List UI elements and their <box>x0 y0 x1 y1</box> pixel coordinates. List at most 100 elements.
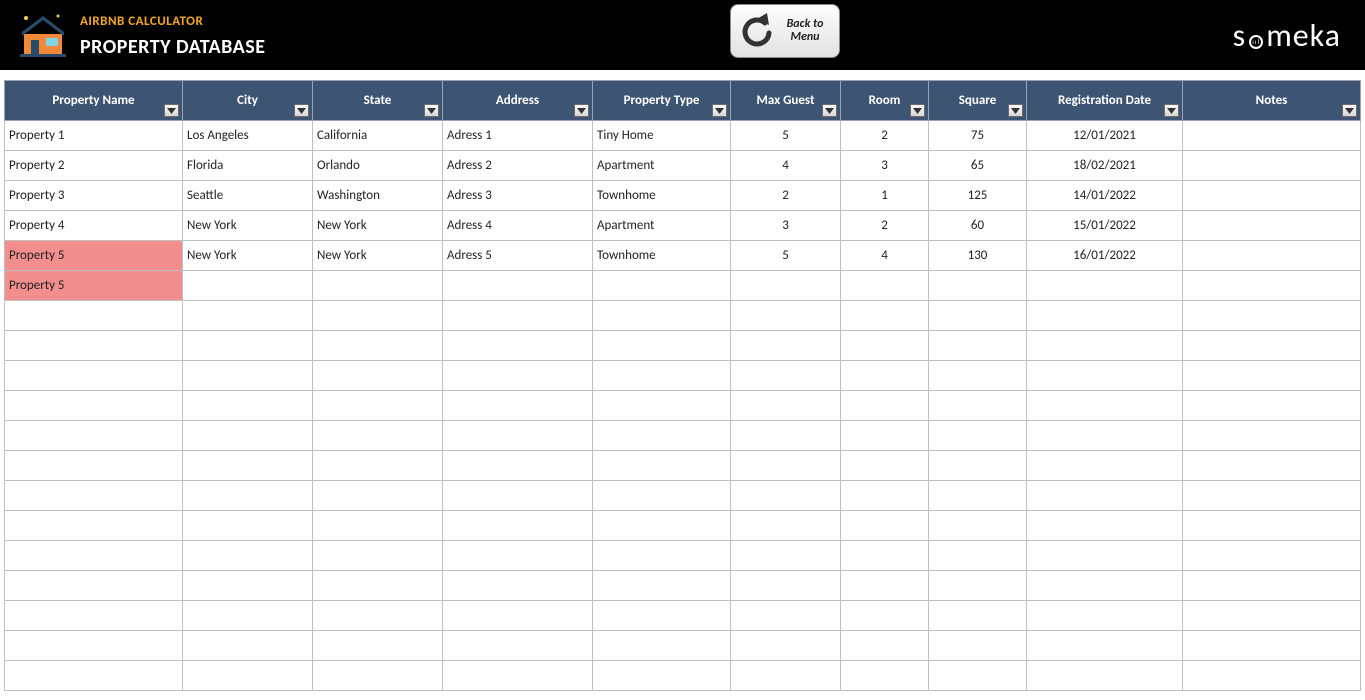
cell-registration_date[interactable]: 15/01/2022 <box>1027 211 1183 241</box>
cell-address[interactable] <box>443 571 593 601</box>
cell-state[interactable]: Orlando <box>313 151 443 181</box>
cell-max_guest[interactable] <box>731 661 841 691</box>
cell-property_type[interactable]: Tiny Home <box>593 121 731 151</box>
cell-address[interactable] <box>443 481 593 511</box>
cell-property_type[interactable] <box>593 301 731 331</box>
cell-city[interactable] <box>183 421 313 451</box>
cell-address[interactable]: Adress 3 <box>443 181 593 211</box>
cell-max_guest[interactable] <box>731 601 841 631</box>
cell-square[interactable] <box>929 331 1027 361</box>
cell-notes[interactable] <box>1183 601 1361 631</box>
cell-square[interactable] <box>929 361 1027 391</box>
cell-max_guest[interactable] <box>731 511 841 541</box>
cell-address[interactable] <box>443 511 593 541</box>
cell-room[interactable] <box>841 481 929 511</box>
cell-registration_date[interactable] <box>1027 271 1183 301</box>
cell-max_guest[interactable]: 3 <box>731 211 841 241</box>
column-header-property_type[interactable]: Property Type <box>593 81 731 121</box>
cell-max_guest[interactable]: 5 <box>731 121 841 151</box>
cell-registration_date[interactable] <box>1027 451 1183 481</box>
cell-address[interactable] <box>443 361 593 391</box>
back-to-menu-button[interactable]: Back to Menu <box>730 4 840 58</box>
cell-property_type[interactable]: Townhome <box>593 181 731 211</box>
cell-registration_date[interactable]: 14/01/2022 <box>1027 181 1183 211</box>
cell-room[interactable] <box>841 571 929 601</box>
cell-property_type[interactable] <box>593 631 731 661</box>
cell-property_name[interactable] <box>5 361 183 391</box>
cell-square[interactable] <box>929 631 1027 661</box>
cell-state[interactable]: New York <box>313 241 443 271</box>
cell-registration_date[interactable] <box>1027 631 1183 661</box>
cell-max_guest[interactable] <box>731 391 841 421</box>
cell-room[interactable] <box>841 541 929 571</box>
column-header-state[interactable]: State <box>313 81 443 121</box>
cell-square[interactable] <box>929 271 1027 301</box>
cell-max_guest[interactable] <box>731 481 841 511</box>
column-header-room[interactable]: Room <box>841 81 929 121</box>
cell-address[interactable] <box>443 301 593 331</box>
cell-notes[interactable] <box>1183 511 1361 541</box>
cell-city[interactable]: Los Angeles <box>183 121 313 151</box>
cell-registration_date[interactable] <box>1027 331 1183 361</box>
cell-city[interactable] <box>183 391 313 421</box>
cell-room[interactable] <box>841 361 929 391</box>
cell-state[interactable]: New York <box>313 211 443 241</box>
cell-notes[interactable] <box>1183 361 1361 391</box>
cell-property_name[interactable] <box>5 481 183 511</box>
cell-property_name[interactable] <box>5 661 183 691</box>
cell-registration_date[interactable] <box>1027 421 1183 451</box>
cell-property_name[interactable]: Property 1 <box>5 121 183 151</box>
cell-state[interactable] <box>313 541 443 571</box>
cell-property_type[interactable] <box>593 361 731 391</box>
cell-state[interactable] <box>313 661 443 691</box>
cell-state[interactable] <box>313 571 443 601</box>
cell-room[interactable]: 2 <box>841 121 929 151</box>
cell-property_type[interactable] <box>593 541 731 571</box>
cell-city[interactable] <box>183 451 313 481</box>
cell-property_type[interactable] <box>593 661 731 691</box>
cell-address[interactable] <box>443 541 593 571</box>
cell-address[interactable]: Adress 4 <box>443 211 593 241</box>
cell-state[interactable] <box>313 601 443 631</box>
cell-room[interactable] <box>841 661 929 691</box>
cell-city[interactable] <box>183 361 313 391</box>
cell-square[interactable] <box>929 511 1027 541</box>
filter-dropdown-icon[interactable] <box>1164 104 1179 117</box>
cell-property_name[interactable]: Property 5 <box>5 271 183 301</box>
cell-notes[interactable] <box>1183 301 1361 331</box>
cell-square[interactable] <box>929 601 1027 631</box>
cell-square[interactable] <box>929 481 1027 511</box>
cell-address[interactable]: Adress 5 <box>443 241 593 271</box>
cell-property_name[interactable] <box>5 331 183 361</box>
cell-notes[interactable] <box>1183 481 1361 511</box>
filter-dropdown-icon[interactable] <box>424 104 439 117</box>
cell-property_type[interactable]: Townhome <box>593 241 731 271</box>
cell-registration_date[interactable] <box>1027 511 1183 541</box>
cell-max_guest[interactable] <box>731 361 841 391</box>
filter-dropdown-icon[interactable] <box>910 104 925 117</box>
cell-property_name[interactable]: Property 5 <box>5 241 183 271</box>
cell-state[interactable] <box>313 301 443 331</box>
cell-room[interactable] <box>841 391 929 421</box>
cell-property_name[interactable] <box>5 421 183 451</box>
cell-room[interactable] <box>841 631 929 661</box>
cell-max_guest[interactable]: 5 <box>731 241 841 271</box>
filter-dropdown-icon[interactable] <box>1008 104 1023 117</box>
cell-property_name[interactable] <box>5 511 183 541</box>
cell-property_type[interactable] <box>593 571 731 601</box>
cell-notes[interactable] <box>1183 391 1361 421</box>
cell-room[interactable]: 4 <box>841 241 929 271</box>
cell-notes[interactable] <box>1183 571 1361 601</box>
cell-city[interactable]: Florida <box>183 151 313 181</box>
cell-room[interactable] <box>841 301 929 331</box>
filter-dropdown-icon[interactable] <box>1342 104 1357 117</box>
cell-square[interactable]: 65 <box>929 151 1027 181</box>
cell-square[interactable] <box>929 451 1027 481</box>
filter-dropdown-icon[interactable] <box>294 104 309 117</box>
column-header-address[interactable]: Address <box>443 81 593 121</box>
cell-state[interactable] <box>313 271 443 301</box>
cell-max_guest[interactable] <box>731 271 841 301</box>
cell-square[interactable]: 75 <box>929 121 1027 151</box>
cell-address[interactable] <box>443 391 593 421</box>
cell-registration_date[interactable]: 18/02/2021 <box>1027 151 1183 181</box>
